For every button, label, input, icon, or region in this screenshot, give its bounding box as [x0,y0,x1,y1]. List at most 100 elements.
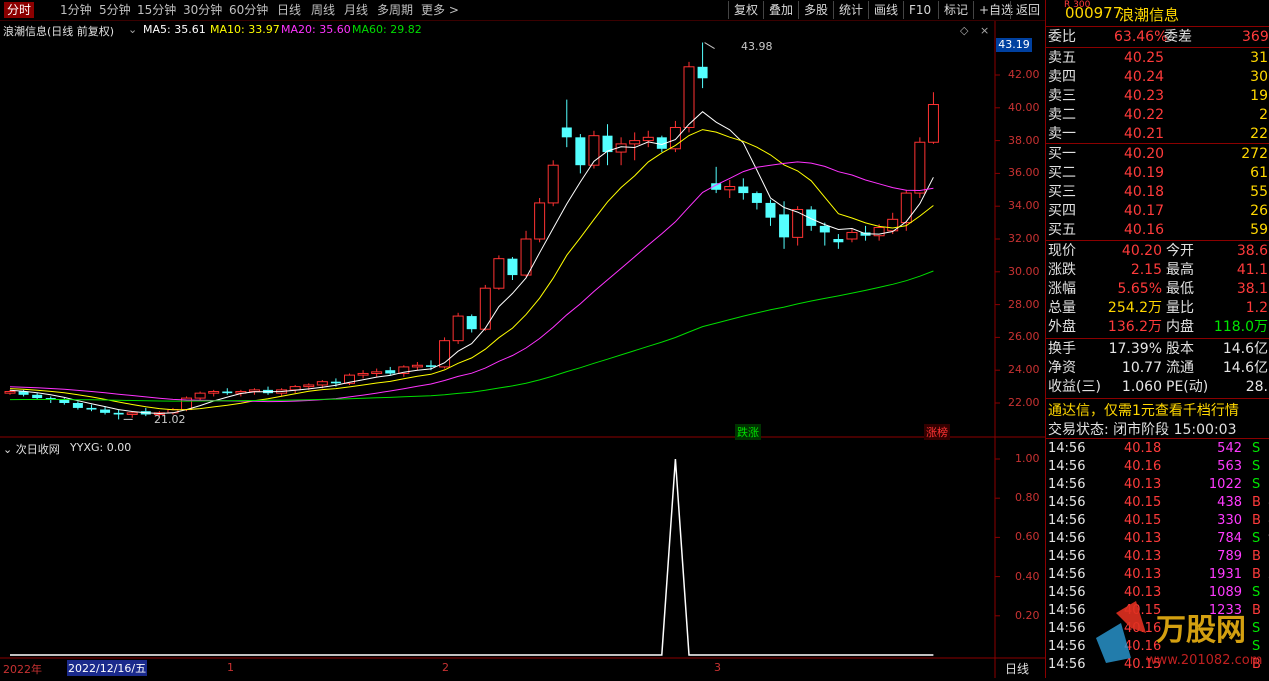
tab-monthly[interactable]: 月线 [344,2,368,18]
period-label[interactable]: 日线 [1005,660,1029,677]
tab-5min[interactable]: 5分钟 [99,2,131,18]
stat-value-2: 41.1 [1236,262,1268,278]
indicator-value: YYXG: 0.00 [70,441,132,454]
kline-chart-area[interactable] [0,21,1045,678]
chevron-down-icon[interactable]: ⌄ [128,23,137,36]
diamond-icon[interactable]: ◇ [960,24,968,37]
tick-price: 40.15 [1124,513,1162,528]
tick-row[interactable]: 14:5640.15330B8 [1046,512,1269,530]
close-icon[interactable]: × [980,24,989,37]
tick-side: B [1252,495,1261,510]
candle-body-up [452,315,464,342]
level-label: 买一 [1048,146,1076,162]
tab-multi-period[interactable]: 多周期 [377,2,413,18]
draw-line-button[interactable]: 画线 [868,1,903,19]
level-volume: 31 [1250,50,1268,66]
level-volume: 59 [1250,222,1268,238]
tab-30min[interactable]: 30分钟 [183,2,222,18]
stat-label-2: 最高 [1166,262,1194,278]
promo-link[interactable]: 通达信，仅需1元查看千档行情 [1048,400,1239,420]
tick-row[interactable]: 14:5640.13789B16 [1046,548,1269,566]
tick-price: 40.13 [1124,477,1162,492]
price-tick-label: 34.00 [1008,199,1040,213]
tick-row[interactable]: 14:5640.15438B8 [1046,494,1269,512]
month-2: 2 [442,661,449,674]
stat-value: 40.20 [1121,243,1162,259]
sell-level-row[interactable]: 卖五 40.25 31 [1046,49,1269,67]
month-1: 1 [227,661,234,674]
indicator-title: ⌄ 次日收网 [3,441,60,457]
level-price: 40.25 [1124,50,1165,66]
buy-level-row[interactable]: 买三 40.18 55 [1046,183,1269,201]
price-tick-label: 42.00 [1008,68,1040,81]
candle-body-down [833,239,844,243]
candle-body-up [371,371,383,374]
sell-level-row[interactable]: 卖一 40.21 22 [1046,125,1269,143]
candle-body-down [751,193,762,203]
restore-right-button[interactable]: 复权 [728,1,763,19]
stat-label-2: 股本 [1166,341,1194,357]
level-price: 40.21 [1124,126,1165,142]
stats-button[interactable]: 统计 [833,1,868,19]
tab-more[interactable]: 更多 > [421,2,459,18]
buy-level-row[interactable]: 买二 40.19 61 [1046,164,1269,182]
stat-value-2: 38.1 [1236,281,1268,297]
trade-status: 交易状态: 闭市阶段 15:00:03 [1048,422,1237,438]
sell-level-row[interactable]: 卖二 40.22 2 [1046,106,1269,124]
level-label: 卖五 [1048,50,1076,66]
weicha-label: 委差 [1164,29,1192,45]
candle-body-up [303,384,315,388]
f10-button[interactable]: F10 [903,1,936,19]
stat-value: 5.65% [1117,281,1162,297]
candle-body-down [86,407,97,410]
tag-diezhang[interactable]: 跌涨 [735,424,761,440]
tick-side: S [1252,477,1261,492]
candle-body-down [561,127,572,138]
tick-volume: 438 [1217,495,1242,510]
high-arrow [704,42,715,49]
tick-row[interactable]: 14:5640.13784S9 [1046,530,1269,548]
tick-row[interactable]: 14:5640.18542S12 [1046,440,1269,458]
candle-body-down [100,409,111,413]
price-tick-label: 32.00 [1008,232,1040,245]
chevron-right-icon: > [445,3,459,17]
tab-fenshi[interactable]: 分时 [4,2,35,18]
sell-level-row[interactable]: 卖四 40.24 30 [1046,68,1269,86]
tick-row[interactable]: 14:5640.131022S10 [1046,476,1269,494]
level-label: 买五 [1048,222,1076,238]
multi-stock-button[interactable]: 多股 [798,1,833,19]
buy-level-row[interactable]: 买四 40.17 26 [1046,202,1269,220]
tick-time: 14:56 [1048,531,1086,546]
stat-value-2: 38.6 [1236,243,1268,259]
tab-weekly[interactable]: 周线 [311,2,335,18]
level-label: 卖二 [1048,107,1076,123]
tick-side: B [1252,513,1261,528]
tab-60min[interactable]: 60分钟 [229,2,268,18]
level-label: 买二 [1048,165,1076,181]
stat-row: 外盘 136.2万 内盘 118.0万 [1046,318,1269,336]
stat-label-2: 量比 [1166,300,1194,316]
tab-daily[interactable]: 日线 [277,2,301,18]
back-button[interactable]: 返回 [1010,1,1045,19]
price-tick-label: 38.00 [1008,133,1040,147]
sell-level-row[interactable]: 卖三 40.23 19 [1046,87,1269,105]
tab-15min[interactable]: 15分钟 [137,2,176,18]
buy-level-row[interactable]: 买五 40.16 59 [1046,221,1269,239]
overlay-button[interactable]: 叠加 [763,1,798,19]
buy-level-row[interactable]: 买一 40.20 272 [1046,145,1269,163]
candle-body-down [72,403,83,408]
candle-body-up [411,364,423,368]
tick-time: 14:56 [1048,441,1086,456]
tick-row[interactable]: 14:5640.16563S10 [1046,458,1269,476]
tag-zhangbang[interactable]: 涨榜 [924,424,950,440]
stat-label: 总量 [1048,300,1076,316]
stat-label-2: PE(动) [1166,379,1209,395]
price-tick-label: 24.00 [1008,363,1040,377]
tick-time: 14:56 [1048,513,1086,528]
level-volume: 30 [1250,69,1268,85]
tick-row[interactable]: 14:5640.131931B22 [1046,566,1269,584]
tab-1min[interactable]: 1分钟 [60,2,92,18]
ma60-line [9,270,934,402]
mark-button[interactable]: 标记 [938,1,973,19]
sub-tick-label: 0.20 [1015,608,1040,622]
